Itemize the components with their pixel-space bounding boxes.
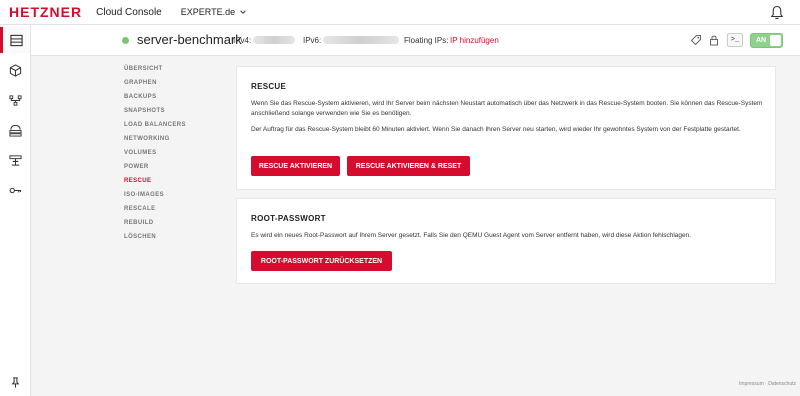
rail-security[interactable] [0,177,30,203]
server-name: server-benchmark [137,32,242,47]
hetzner-logo[interactable]: HETZNER [9,4,82,20]
subnav-item-backups[interactable]: BACKUPS [124,94,156,100]
add-floating-ip-link[interactable]: IP hinzufügen [450,36,499,45]
rail-load-balancers[interactable] [0,117,30,143]
ipv6-value-redacted[interactable] [323,36,399,44]
subnav-item-uebersicht[interactable]: ÜBERSICHT [124,66,163,72]
volumes-box-icon [9,63,21,77]
rescue-card: RESCUE Wenn Sie das Rescue-System aktivi… [236,66,776,190]
impressum-link[interactable]: Impressum [739,381,764,387]
rescue-duration-note: Der Auftrag für das Rescue-System bleibt… [251,126,741,133]
root-password-title: ROOT-PASSWORT [251,214,326,223]
root-password-description: Es wird ein neues Root-Passwort auf Ihre… [251,232,692,239]
rail-networks[interactable] [0,87,30,113]
root-password-reset-button[interactable]: ROOT-PASSWORT ZURÜCKSETZEN [251,251,392,271]
rescue-title: RESCUE [251,82,287,91]
ipv4-label: IPv4: [233,36,252,45]
console-button[interactable]: >_ [727,33,743,47]
rail-servers[interactable] [0,27,30,53]
servers-icon [10,34,23,46]
server-header: server-benchmark IPv4: IPv6: Floating IP… [31,25,800,56]
subnav-item-loeschen[interactable]: LÖSCHEN [124,234,156,240]
firewall-icon [8,154,22,166]
subnav-item-load-balancers[interactable]: LOAD BALANCERS [124,122,186,128]
rail-volumes[interactable] [0,57,30,83]
rail-pin[interactable] [0,369,30,395]
icon-rail [0,25,31,396]
datenschutz-link[interactable]: Datenschutz [768,381,796,387]
chevron-down-icon [240,10,246,14]
power-toggle-knob [770,35,781,46]
load-balancer-icon [8,124,22,137]
floating-ips-label: Floating IPs: [404,36,449,45]
subnav-item-rescue[interactable]: RESCUE [124,178,151,184]
lock-icon[interactable] [708,34,720,46]
subnav-item-rescale[interactable]: RESCALE [124,206,155,212]
subnav-item-rebuild[interactable]: REBUILD [124,220,153,226]
app-title: Cloud Console [96,6,162,18]
pin-icon [11,376,19,388]
security-key-icon [9,187,21,193]
server-status-indicator [122,37,129,44]
subnav-item-networking[interactable]: NETWORKING [124,136,170,142]
root-password-card: ROOT-PASSWORT Es wird ein neues Root-Pas… [236,198,776,284]
ipv4-value-redacted[interactable] [253,36,295,44]
project-selector[interactable]: EXPERTE.de [181,7,247,17]
rescue-description: Wenn Sie das Rescue-System aktivieren, w… [251,100,763,117]
power-toggle-label: AN [756,37,767,44]
tag-icon[interactable] [690,34,702,46]
subnav-item-power[interactable]: POWER [124,164,149,170]
footer-separator: · [765,381,767,387]
subnav-item-graphen[interactable]: GRAPHEN [124,80,157,86]
rail-firewalls[interactable] [0,147,30,173]
ipv6-label: IPv6: [303,36,322,45]
rescue-activate-button[interactable]: RESCUE AKTIVIEREN [251,156,340,176]
networks-icon [8,94,22,106]
power-toggle[interactable]: AN [750,33,783,48]
subnav-item-volumes[interactable]: VOLUMES [124,150,156,156]
rescue-activate-reset-button[interactable]: RESCUE AKTIVIEREN & RESET [347,156,470,176]
footer: Impressum · Datenschutz [739,381,796,387]
project-name: EXPERTE.de [180,7,236,17]
subnav-item-iso-images[interactable]: ISO-IMAGES [124,192,164,198]
top-header: HETZNER Cloud Console EXPERTE.de [0,0,800,25]
notification-bell-icon[interactable] [770,5,784,20]
subnav-item-snapshots[interactable]: SNAPSHOTS [124,108,165,114]
